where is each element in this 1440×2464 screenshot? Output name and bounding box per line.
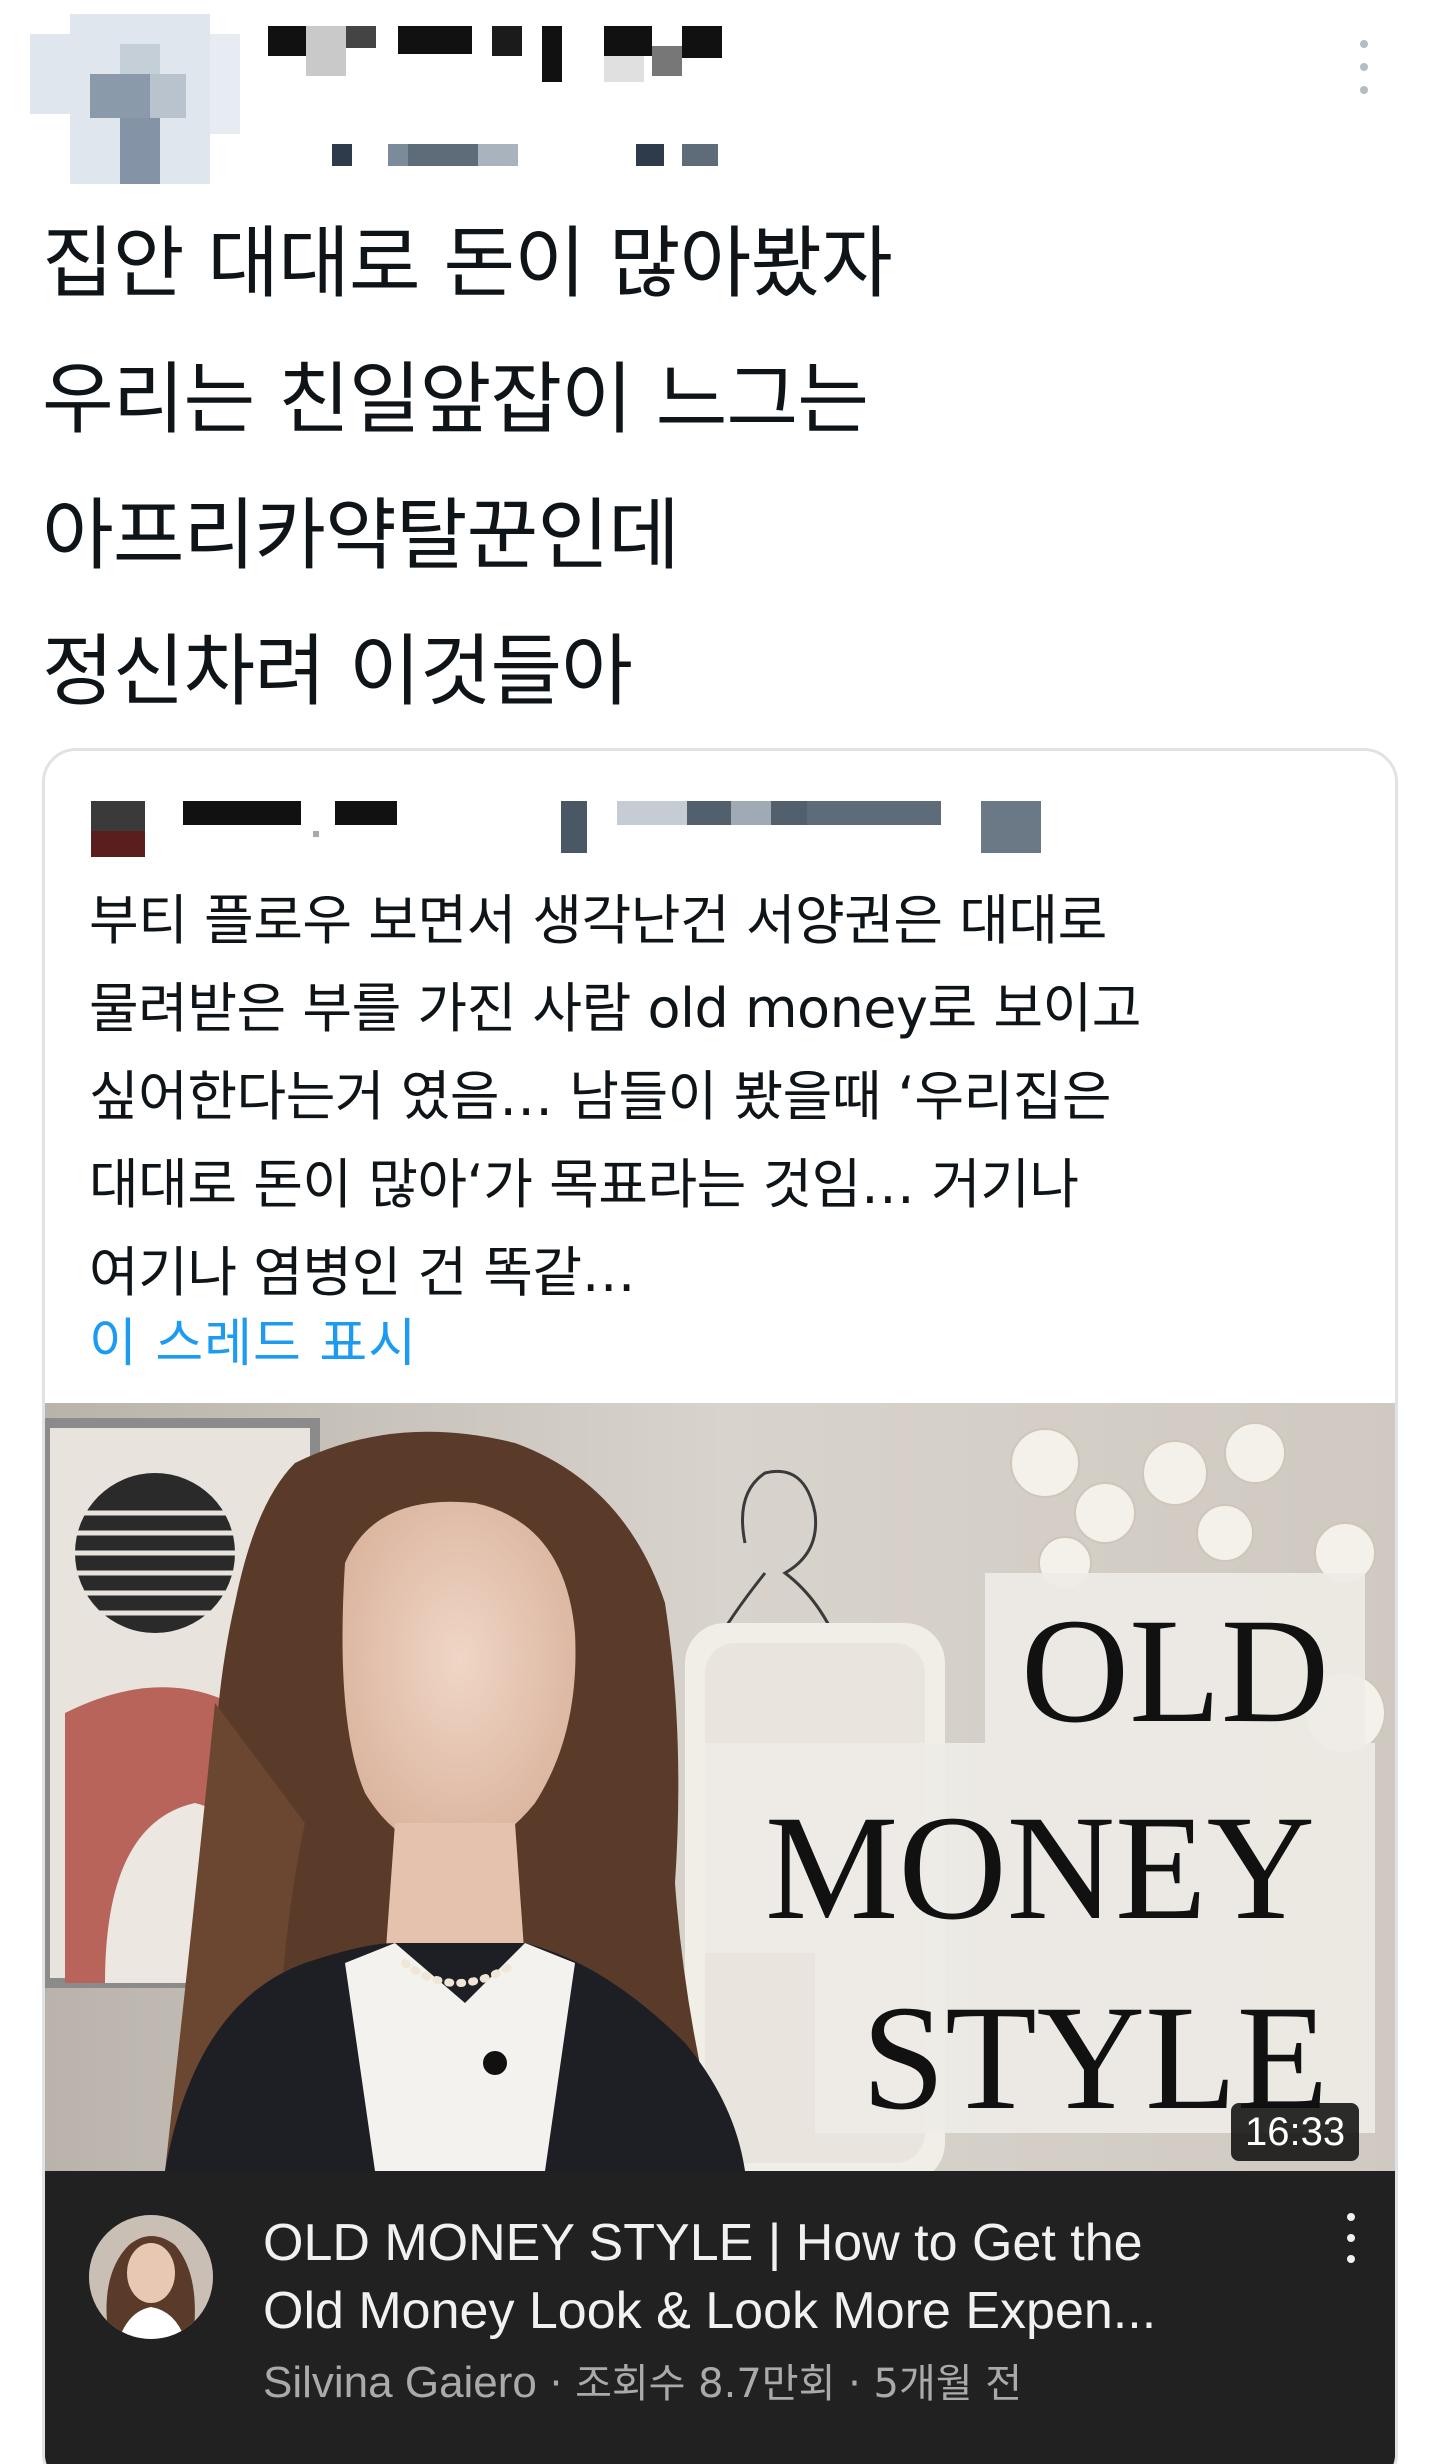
video-title-line: OLD MONEY STYLE | How to Get the [263, 2214, 1143, 2272]
quoted-tweet-text: 부티 플로우 보면서 생각난건 서양권은 대대로 물려받은 부를 가진 사람 o… [89, 877, 1349, 1317]
upload-age: 5개월 전 [873, 2361, 1023, 2407]
view-count: 조회수 8.7만회 [575, 2361, 836, 2407]
tweet-line: 우리는 친일앞잡이 느그는 [42, 355, 869, 445]
avatar[interactable] [30, 14, 240, 184]
account-name[interactable] [268, 26, 728, 166]
quoted-tweet-card[interactable]: 부티 플로우 보면서 생각난건 서양권은 대대로 물려받은 부를 가진 사람 o… [42, 748, 1398, 2464]
more-vertical-icon[interactable] [1341, 2213, 1361, 2263]
quoted-account-header[interactable] [91, 801, 1051, 861]
quote-line: 부티 플로우 보면서 생각난건 서양권은 대대로 [89, 889, 1107, 952]
video-duration: 16:33 [1231, 2103, 1360, 2161]
video-info-bar[interactable]: OLD MONEY STYLE | How to Get the Old Mon… [45, 2171, 1395, 2464]
channel-avatar[interactable] [89, 2215, 213, 2339]
video-title-line: Old Money Look & Look More Expen... [263, 2282, 1157, 2340]
thumbnail-image: OLD MONEY STYLE [45, 1403, 1395, 2171]
show-thread-link[interactable]: 이 스레드 표시 [89, 1301, 417, 1376]
meta-separator: · [848, 2361, 861, 2407]
video-thumbnail[interactable]: OLD MONEY STYLE 16:33 [45, 1403, 1395, 2171]
youtube-embed[interactable]: OLD MONEY STYLE 16:33 OLD MONEY STYLE | … [45, 1403, 1395, 2464]
quote-line: 대대로 돈이 많아‘가 목표라는 것임… 거기나 [89, 1153, 1079, 1216]
thumb-word: MONEY [765, 1785, 1315, 1951]
video-title[interactable]: OLD MONEY STYLE | How to Get the Old Mon… [263, 2209, 1303, 2345]
meta-separator: · [549, 2361, 563, 2407]
more-vertical-icon[interactable] [1352, 40, 1376, 94]
tweet-line: 집안 대대로 돈이 많아봤자 [42, 219, 893, 309]
tweet-line: 정신차려 이것들아 [42, 627, 633, 717]
quote-line: 물려받은 부를 가진 사람 old money로 보이고 [89, 977, 1141, 1040]
thumb-word: OLD [1021, 1588, 1329, 1754]
channel-name[interactable]: Silvina Gaiero [263, 2358, 537, 2407]
channel-avatar-image [89, 2215, 213, 2339]
quote-line: 싶어한다는거 였음… 남들이 봤을때 ‘우리집은 [89, 1065, 1112, 1128]
tweet-text: 집안 대대로 돈이 많아봤자 우리는 친일앞잡이 느그는 아프리카약탈꾼인데 정… [42, 196, 1382, 740]
tweet-line: 아프리카약탈꾼인데 [42, 491, 680, 581]
video-meta: Silvina Gaiero · 조회수 8.7만회 · 5개월 전 [263, 2351, 1022, 2409]
